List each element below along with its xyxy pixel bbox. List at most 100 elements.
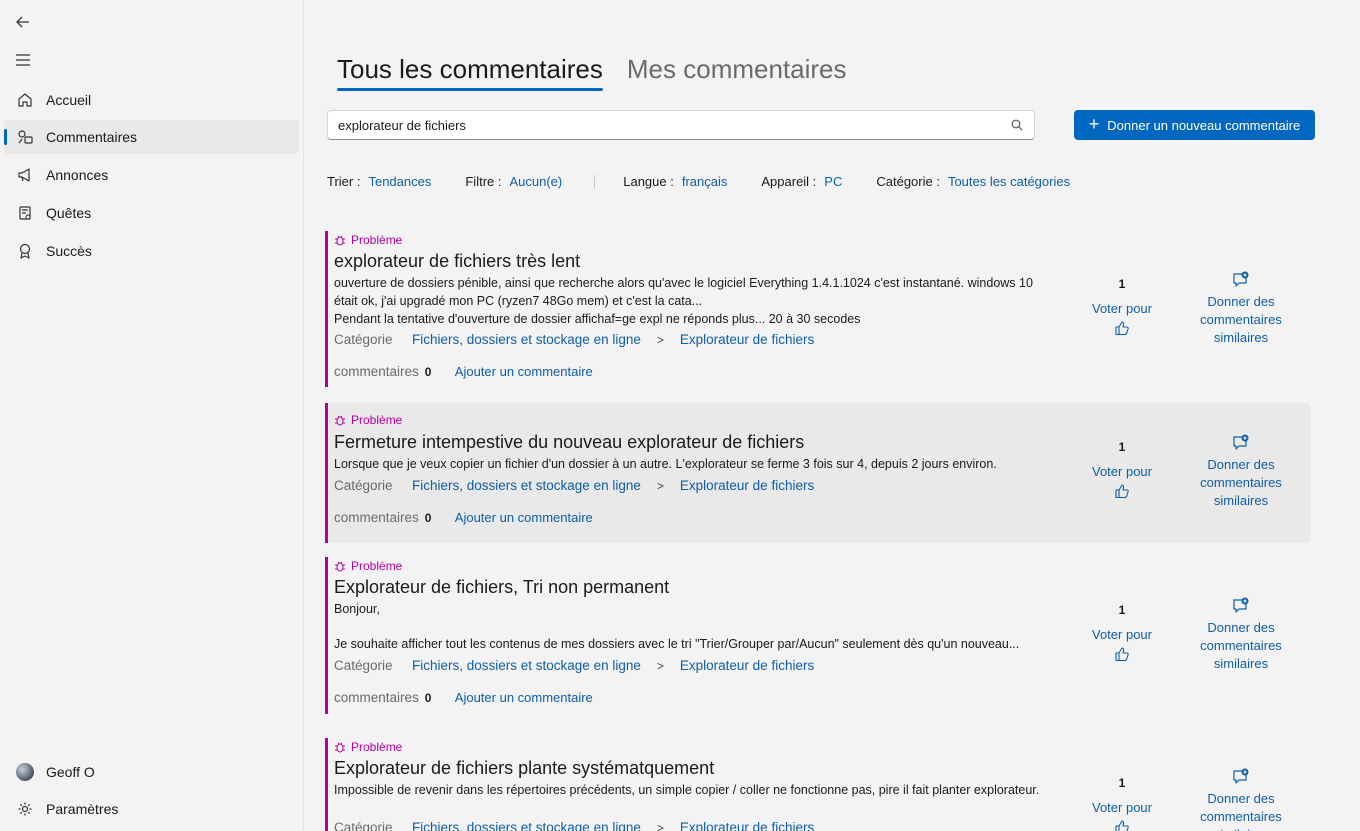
settings-label: Paramètres <box>46 801 119 817</box>
sidebar-item-label: Succès <box>46 243 92 259</box>
category-row: Catégorie Fichiers, dossiers et stockage… <box>334 478 815 493</box>
feedback-title[interactable]: explorateur de fichiers très lent <box>334 251 580 272</box>
divider <box>594 174 596 189</box>
gear-icon <box>16 800 34 818</box>
similar-feedback-button[interactable]: Donner des commentaires similaires <box>1188 619 1294 673</box>
vote-count: 1 <box>1118 603 1126 617</box>
category-link[interactable]: Fichiers, dossiers et stockage en ligne <box>412 658 641 673</box>
vote-block[interactable]: 1 Voter pour <box>1082 440 1162 499</box>
feedback-card[interactable]: Problème Explorateur de fichiers plante … <box>325 738 1311 831</box>
plus-icon: + <box>1088 114 1100 134</box>
category-link[interactable]: Fichiers, dossiers et stockage en ligne <box>412 332 641 347</box>
category-link[interactable]: Fichiers, dossiers et stockage en ligne <box>412 820 641 831</box>
feedback-card[interactable]: Problème explorateur de fichiers très le… <box>325 231 1311 387</box>
filter-dropdown[interactable]: Aucun(e) <box>509 174 562 189</box>
feedback-card[interactable]: Problème Explorateur de fichiers, Tri no… <box>325 557 1311 714</box>
similar-feedback-button[interactable]: Donner des commentaires similaires <box>1188 790 1294 831</box>
problem-tag: Problème <box>334 413 402 427</box>
feedback-description-extra: Pendant la tentative d'ouverture de doss… <box>334 312 861 326</box>
feedback-icon <box>16 128 34 146</box>
back-button[interactable] <box>12 12 34 32</box>
user-name: Geoff O <box>46 764 95 780</box>
feedback-card[interactable]: Problème Fermeture intempestive du nouve… <box>325 403 1311 543</box>
sidebar-item-succes[interactable]: Succès <box>4 234 299 268</box>
feedback-plus-icon <box>1188 434 1294 452</box>
comment-count: 0 <box>424 690 432 705</box>
hamburger-icon <box>16 54 30 66</box>
category-label: Catégorie : <box>876 174 940 189</box>
filter-label: Filtre : <box>465 174 502 189</box>
category-row: Catégorie Fichiers, dossiers et stockage… <box>334 820 814 831</box>
comments-row: commentaires 0 Ajouter un commentaire <box>334 690 593 705</box>
sidebar-item-commentaires[interactable]: Commentaires <box>4 120 299 154</box>
similar-feedback-button[interactable]: Donner des commentaires similaires <box>1188 293 1294 347</box>
device-label: Appareil : <box>761 174 817 189</box>
avatar <box>16 763 34 781</box>
subcategory-link[interactable]: Explorateur de fichiers <box>680 332 814 347</box>
language-dropdown[interactable]: français <box>682 174 728 189</box>
sort-dropdown[interactable]: Tendances <box>368 174 431 189</box>
feedback-title[interactable]: Explorateur de fichiers plante systématq… <box>334 758 714 779</box>
vote-block[interactable]: 1 Voter pour <box>1082 277 1162 336</box>
feedback-title[interactable]: Explorateur de fichiers, Tri non permane… <box>334 577 669 598</box>
menu-button[interactable] <box>12 50 34 70</box>
category-link[interactable]: Fichiers, dossiers et stockage en ligne <box>412 478 641 493</box>
feedback-description: Impossible de revenir dans les répertoir… <box>334 783 1040 797</box>
similar-feedback-button[interactable]: Donner des commentaires similaires <box>1188 456 1294 510</box>
subcategory-link[interactable]: Explorateur de fichiers <box>680 658 814 673</box>
add-comment-link[interactable]: Ajouter un commentaire <box>455 690 593 705</box>
sidebar-item-label: Annonces <box>46 167 109 183</box>
similar-feedback-block[interactable]: Donner des commentaires similaires <box>1188 597 1294 673</box>
vote-button[interactable]: Voter pour <box>1082 464 1162 479</box>
add-comment-link[interactable]: Ajouter un commentaire <box>455 364 593 379</box>
megaphone-icon <box>16 166 34 184</box>
thumbs-up-icon[interactable] <box>1082 819 1162 831</box>
similar-feedback-block[interactable]: Donner des commentaires similaires <box>1188 434 1294 510</box>
device-dropdown[interactable]: PC <box>824 174 842 189</box>
comments-row: commentaires 0 Ajouter un commentaire <box>334 510 593 525</box>
sidebar-item-accueil[interactable]: Accueil <box>4 83 299 117</box>
feedback-plus-icon <box>1188 271 1294 289</box>
thumbs-up-icon[interactable] <box>1082 483 1162 499</box>
vote-count: 1 <box>1118 440 1126 454</box>
sidebar-item-label: Quêtes <box>46 205 92 221</box>
bug-icon <box>335 561 345 572</box>
new-feedback-label: Donner un nouveau commentaire <box>1107 117 1301 133</box>
vote-block[interactable]: 1 Voter pour <box>1082 776 1162 831</box>
feedback-plus-icon <box>1188 768 1294 786</box>
add-comment-link[interactable]: Ajouter un commentaire <box>455 510 593 525</box>
sidebar-item-label: Commentaires <box>46 129 138 145</box>
thumbs-up-icon[interactable] <box>1082 646 1162 662</box>
home-icon <box>16 91 34 109</box>
category-dropdown[interactable]: Toutes les catégories <box>948 174 1070 189</box>
subcategory-link[interactable]: Explorateur de fichiers <box>680 478 814 493</box>
vote-button[interactable]: Voter pour <box>1082 627 1162 642</box>
main-content: Tous les commentaires Mes commentaires +… <box>305 0 1360 831</box>
similar-feedback-block[interactable]: Donner des commentaires similaires <box>1188 768 1294 831</box>
search-input[interactable] <box>338 117 1010 133</box>
sidebar-item-label: Accueil <box>46 92 92 108</box>
similar-feedback-block[interactable]: Donner des commentaires similaires <box>1188 271 1294 347</box>
sidebar-item-quetes[interactable]: Quêtes <box>4 196 299 230</box>
comment-count: 0 <box>424 510 432 525</box>
feedback-description: ouverture de dossiers pénible, ainsi que… <box>334 276 1033 308</box>
search-icon[interactable] <box>1010 118 1024 132</box>
sidebar-item-annonces[interactable]: Annonces <box>4 158 299 192</box>
problem-tag: Problème <box>334 740 402 754</box>
subcategory-link[interactable]: Explorateur de fichiers <box>680 820 814 831</box>
thumbs-up-icon[interactable] <box>1082 320 1162 336</box>
bug-icon <box>335 415 345 426</box>
vote-button[interactable]: Voter pour <box>1082 301 1162 316</box>
tab-my-feedback[interactable]: Mes commentaires <box>627 54 847 91</box>
settings-item[interactable]: Paramètres <box>4 792 299 826</box>
vote-button[interactable]: Voter pour <box>1082 800 1162 815</box>
tab-all-feedback[interactable]: Tous les commentaires <box>337 54 603 91</box>
language-label: Langue : <box>623 174 674 189</box>
category-row: Catégorie Fichiers, dossiers et stockage… <box>334 658 815 673</box>
new-feedback-button[interactable]: + Donner un nouveau commentaire <box>1074 110 1315 140</box>
feedback-title[interactable]: Fermeture intempestive du nouveau explor… <box>334 432 804 453</box>
vote-block[interactable]: 1 Voter pour <box>1082 603 1162 662</box>
user-profile[interactable]: Geoff O <box>4 755 299 789</box>
category-row: Catégorie Fichiers, dossiers et stockage… <box>334 332 815 347</box>
sidebar: Accueil Commentaires Annonces Quêtes Suc… <box>0 0 304 831</box>
